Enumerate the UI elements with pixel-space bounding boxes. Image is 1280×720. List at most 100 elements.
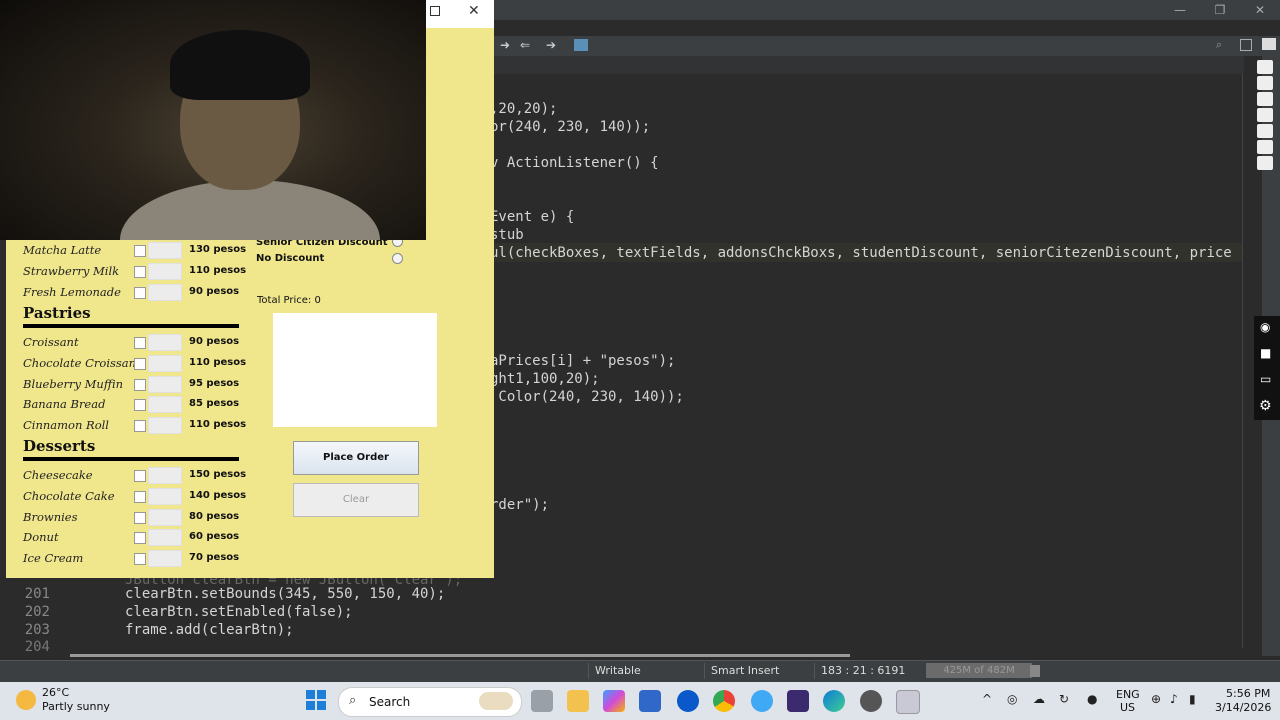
- video-icon[interactable]: ■: [1260, 346, 1271, 360]
- volume-icon[interactable]: ♪: [1170, 692, 1178, 706]
- chevron-up-icon[interactable]: ^: [982, 692, 992, 706]
- forward-icon[interactable]: ➜: [500, 38, 510, 52]
- code-line[interactable]: clearBtn.setEnabled(false);: [125, 603, 353, 621]
- menu-item-checkbox[interactable]: [134, 378, 146, 391]
- menu-item-checkbox[interactable]: [134, 399, 146, 412]
- clear-button[interactable]: Clear: [293, 483, 419, 517]
- code-line[interactable]: rder");: [490, 496, 549, 514]
- status-writable: Writable: [588, 663, 701, 679]
- tool-icon[interactable]: [1257, 92, 1273, 106]
- person-hair: [170, 30, 310, 100]
- tool-icon[interactable]: [1257, 124, 1273, 138]
- quantity-field[interactable]: [148, 242, 182, 259]
- close-icon[interactable]: ✕: [468, 3, 480, 19]
- window-controls: — ❐ ✕: [1160, 0, 1280, 20]
- language-region[interactable]: US: [1120, 701, 1135, 714]
- quantity-field[interactable]: [148, 529, 182, 547]
- memory-indicator[interactable]: 425M of 482M: [926, 663, 1032, 678]
- quantity-field[interactable]: [148, 487, 182, 505]
- maximize-icon[interactable]: ❐: [1200, 0, 1240, 20]
- weather-icon[interactable]: [16, 690, 36, 710]
- place-order-button[interactable]: Place Order: [293, 441, 419, 475]
- quantity-field[interactable]: [148, 334, 182, 351]
- quantity-field[interactable]: [148, 396, 182, 414]
- menu-item-checkbox[interactable]: [134, 245, 146, 257]
- battery-icon[interactable]: ▮: [1189, 692, 1196, 706]
- copilot-icon[interactable]: [603, 690, 625, 712]
- network-icon[interactable]: ⊕: [1151, 692, 1161, 706]
- edge-icon[interactable]: [823, 690, 845, 712]
- gear-icon[interactable]: ⚙: [1259, 398, 1272, 414]
- code-line[interactable]: Color(240, 230, 140));: [490, 388, 683, 406]
- menu-item-checkbox[interactable]: [134, 470, 146, 482]
- screen-icon[interactable]: ▭: [1260, 372, 1271, 386]
- tool-icon[interactable]: [1257, 156, 1273, 170]
- cloud-icon[interactable]: ☁: [1033, 692, 1045, 706]
- weather-condition[interactable]: Partly sunny: [42, 700, 110, 713]
- perspective-icon[interactable]: [574, 39, 588, 51]
- minimize-icon[interactable]: —: [1160, 0, 1200, 20]
- task-view-icon[interactable]: [531, 690, 553, 712]
- code-line[interactable]: stub: [490, 226, 524, 244]
- java-app-icon[interactable]: [896, 690, 920, 714]
- quantity-field[interactable]: [148, 467, 182, 484]
- python-icon[interactable]: [751, 690, 773, 712]
- chrome-icon[interactable]: [713, 690, 735, 712]
- next-icon[interactable]: ➔: [546, 38, 556, 52]
- menu-item-checkbox[interactable]: [134, 420, 146, 433]
- code-line[interactable]: or(240, 230, 140));: [490, 118, 650, 136]
- start-icon[interactable]: [306, 690, 326, 710]
- tool-icon[interactable]: [1257, 60, 1273, 74]
- tool-icon[interactable]: [1257, 76, 1273, 90]
- clock-date[interactable]: 3/14/2026: [1215, 701, 1271, 714]
- maximize-icon[interactable]: [430, 6, 440, 16]
- gc-icon[interactable]: [1030, 665, 1040, 677]
- code-line[interactable]: frame.add(clearBtn);: [125, 621, 294, 639]
- code-line[interactable]: aPrices[i] + "pesos");: [490, 352, 675, 370]
- menu-item-checkbox[interactable]: [134, 265, 146, 278]
- menu-item-checkbox[interactable]: [134, 490, 146, 503]
- quantity-field[interactable]: [148, 283, 182, 301]
- code-line[interactable]: clearBtn.setBounds(345, 550, 150, 40);: [125, 585, 445, 603]
- store-icon[interactable]: [639, 690, 661, 712]
- code-line[interactable]: ,20,20);: [490, 100, 557, 118]
- code-line[interactable]: ul(checkBoxes, textFields, addonsChckBox…: [490, 244, 1232, 262]
- tool-icon[interactable]: [1257, 140, 1273, 154]
- quantity-field[interactable]: [148, 417, 182, 435]
- java-perspective-icon[interactable]: [1262, 38, 1276, 50]
- quantity-field[interactable]: [148, 375, 182, 393]
- menu-item-checkbox[interactable]: [134, 357, 146, 370]
- microphone-icon[interactable]: ●: [1087, 692, 1097, 706]
- tray-app-icon[interactable]: ◎: [1007, 692, 1017, 706]
- menu-item-checkbox[interactable]: [134, 286, 146, 299]
- quantity-field[interactable]: [148, 262, 182, 280]
- menu-item-checkbox[interactable]: [134, 337, 146, 349]
- close-icon[interactable]: ✕: [1240, 0, 1280, 20]
- taskbar-search[interactable]: ⌕ Search: [338, 687, 522, 717]
- back-icon[interactable]: ⇐: [520, 38, 530, 52]
- search-icon[interactable]: ⌕: [1216, 38, 1222, 52]
- menu-item-checkbox[interactable]: [134, 553, 146, 566]
- eclipse-icon[interactable]: [787, 690, 809, 712]
- code-line[interactable]: v ActionListener() {: [490, 154, 659, 172]
- scrollbar-thumb[interactable]: [70, 654, 850, 657]
- no-discount-radio[interactable]: [392, 253, 403, 264]
- layout-icon[interactable]: [1240, 39, 1252, 51]
- menu-item-checkbox[interactable]: [134, 511, 146, 524]
- clock-time[interactable]: 5:56 PM: [1226, 687, 1270, 700]
- language-indicator[interactable]: ENG: [1116, 688, 1140, 701]
- code-line[interactable]: Event e) {: [490, 208, 574, 226]
- file-explorer-icon[interactable]: [567, 690, 589, 712]
- hp-icon[interactable]: [677, 690, 699, 712]
- quantity-field[interactable]: [148, 354, 182, 372]
- order-summary-textarea[interactable]: [273, 313, 437, 427]
- quantity-field[interactable]: [148, 508, 182, 526]
- sync-icon[interactable]: ↻: [1059, 692, 1069, 706]
- weather-temperature[interactable]: 26°C: [42, 686, 69, 699]
- quantity-field[interactable]: [148, 550, 182, 568]
- code-line[interactable]: ght1,100,20);: [490, 370, 600, 388]
- camera-icon[interactable]: ◉: [1260, 320, 1270, 334]
- obs-icon[interactable]: [860, 690, 882, 712]
- menu-item-checkbox[interactable]: [134, 532, 146, 545]
- tool-icon[interactable]: [1257, 108, 1273, 122]
